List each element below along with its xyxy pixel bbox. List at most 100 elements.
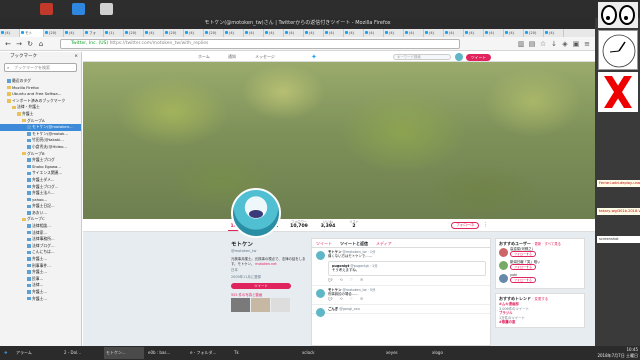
bookmark-item[interactable]: 弁護士ブログ... bbox=[0, 184, 81, 191]
browser-tab[interactable]: (4) bbox=[384, 29, 404, 37]
sidebar-toggle-icon[interactable]: ▤ bbox=[528, 39, 536, 49]
taskbar-item[interactable]: e - フォルダ... bbox=[188, 347, 230, 359]
who-to-follow-refresh[interactable]: · 更新 · すべて見る bbox=[532, 242, 561, 246]
browser-tab[interactable]: (4) bbox=[144, 29, 164, 37]
browser-tab[interactable]: (4) bbox=[64, 29, 84, 37]
bookmark-item[interactable]: こんにちは... bbox=[0, 249, 81, 256]
trend-item[interactable]: ブラジル 1万件のツイート bbox=[499, 311, 581, 320]
bookmark-item[interactable]: モトケン(@motok... bbox=[0, 131, 81, 138]
bookmark-item[interactable]: 民事... bbox=[0, 276, 81, 283]
browser-tab[interactable]: フォ bbox=[84, 29, 104, 37]
tweet-avatar[interactable] bbox=[316, 289, 325, 298]
browser-tab[interactable]: (20) bbox=[44, 29, 64, 37]
browser-tab[interactable]: (1) bbox=[104, 29, 124, 37]
browser-tab[interactable]: (4) bbox=[464, 29, 484, 37]
desktop-window-3[interactable]: screenshot bbox=[597, 236, 640, 243]
xclock-window[interactable] bbox=[598, 30, 638, 70]
bookmark-item[interactable]: 法律ブログ... bbox=[0, 243, 81, 250]
twitter-bird-icon[interactable]: ✦ bbox=[311, 53, 317, 61]
suggested-user[interactable]: 高遠菜(河鍋之) フォローする bbox=[499, 247, 581, 260]
browser-tab[interactable]: (4) bbox=[324, 29, 344, 37]
browser-tab[interactable]: (20) bbox=[524, 29, 544, 37]
media-thumb[interactable] bbox=[251, 298, 270, 313]
compose-tweet-button[interactable]: ツイート bbox=[466, 53, 491, 61]
tab-media[interactable]: メディア bbox=[376, 239, 392, 247]
taskbar-clock[interactable]: 10:45 2018年7月7日 土曜日 bbox=[597, 347, 638, 359]
bookmark-item[interactable]: 法律事務所... bbox=[0, 236, 81, 243]
app-launcher-blue-icon[interactable] bbox=[72, 3, 85, 15]
stat-likes[interactable]: いいね 3,394 bbox=[315, 220, 341, 230]
home-icon[interactable]: ⌂ bbox=[36, 39, 46, 49]
taskbar-item[interactable]: e0b : bas... bbox=[146, 347, 186, 359]
tweet[interactable]: ごんぎ @gongi_xxx bbox=[312, 305, 490, 317]
twitter-search-input[interactable]: キーワード検索 bbox=[393, 54, 451, 60]
tweet-avatar[interactable] bbox=[316, 251, 325, 260]
nav-notifications[interactable]: 通知 bbox=[228, 52, 236, 62]
browser-tab[interactable]: (20) bbox=[164, 29, 184, 37]
start-menu-icon[interactable]: ❖ bbox=[2, 347, 12, 359]
bookmark-item[interactable]: 弁護士ブログ bbox=[0, 157, 81, 164]
bookmark-item[interactable]: 弁護士... bbox=[0, 289, 81, 296]
trend-name[interactable]: #歌鷹の宴 bbox=[499, 320, 581, 325]
bookmark-item[interactable]: モトケン(@motoken... bbox=[0, 124, 81, 131]
bookmark-folder[interactable]: Mozilla Firefox bbox=[0, 85, 81, 92]
browser-tab[interactable]: (4) bbox=[284, 29, 304, 37]
taskbar-item[interactable]: モトケン... bbox=[104, 347, 144, 359]
profile-bio-link[interactable]: motoken.net bbox=[255, 262, 277, 266]
bookmark-folder[interactable]: 弁護士 bbox=[0, 111, 81, 118]
bookmark-item[interactable]: 弁護士... bbox=[0, 256, 81, 263]
account-avatar[interactable] bbox=[455, 53, 463, 61]
app-launcher-red-icon[interactable] bbox=[40, 3, 53, 15]
trends-change[interactable]: · 変更する bbox=[532, 297, 548, 301]
browser-tab[interactable]: (4) bbox=[364, 29, 384, 37]
bookmark-star-icon[interactable]: ☆ bbox=[539, 39, 547, 49]
reload-icon[interactable]: ↻ bbox=[25, 39, 35, 49]
tweet-avatar[interactable] bbox=[316, 308, 325, 317]
tweet[interactable]: モトケン @motoken_tw · 5分 刑事訴訟の場合…… 💬 ⟲ ♡ ✉ bbox=[312, 286, 490, 305]
sidebar-header[interactable]: ブックマーク × bbox=[0, 52, 81, 61]
bookmark-folder[interactable]: グループA bbox=[0, 118, 81, 125]
site-identity[interactable]: Twitter, Inc. (US) bbox=[71, 41, 108, 46]
bookmark-folder[interactable]: グループB bbox=[0, 151, 81, 158]
browser-tab[interactable]: (4) bbox=[184, 29, 204, 37]
user-avatar[interactable] bbox=[499, 274, 508, 283]
bookmark-folder[interactable]: Ubuntu and Free Softwa... bbox=[0, 91, 81, 98]
taskbar-item[interactable]: xlogo bbox=[430, 347, 470, 359]
tweet-to-button[interactable]: ツイート bbox=[231, 283, 291, 290]
library-icon[interactable]: ▥ bbox=[517, 39, 525, 49]
bookmark-item[interactable]: 弁護士ダメ... bbox=[0, 177, 81, 184]
user-avatar[interactable] bbox=[499, 248, 508, 257]
browser-tab[interactable]: (4) bbox=[544, 29, 564, 37]
taskbar-item[interactable]: xeyes bbox=[384, 347, 424, 359]
follow-user-button[interactable]: フォローする bbox=[510, 277, 537, 284]
taskbar-item[interactable]: 2 - Dol... bbox=[62, 347, 102, 359]
more-options-icon[interactable]: ⋮ bbox=[483, 221, 488, 229]
tweet[interactable]: モトケン @motoken_tw · 1分 痛くない方はモトケンで…… pugo… bbox=[312, 248, 490, 286]
taskbar-item[interactable]: アラーム bbox=[14, 347, 60, 359]
browser-tab[interactable]: (4) bbox=[404, 29, 424, 37]
following-button[interactable]: フォロー中 bbox=[451, 222, 479, 229]
bookmark-item[interactable]: サイエンス関連... bbox=[0, 170, 81, 177]
tab-tweets[interactable]: ツイート bbox=[316, 239, 332, 247]
bookmark-item[interactable]: 弁護士... bbox=[0, 269, 81, 276]
url-bar[interactable]: Twitter, Inc. (US) https://twitter.com/m… bbox=[60, 39, 460, 49]
bookmark-item[interactable]: 刑事事件... bbox=[0, 263, 81, 270]
browser-tab[interactable]: (4) bbox=[344, 29, 364, 37]
nav-messages[interactable]: メッセージ bbox=[255, 52, 275, 62]
forward-icon[interactable]: → bbox=[14, 39, 24, 49]
bookmark-folder[interactable]: グループC bbox=[0, 216, 81, 223]
profile-avatar[interactable] bbox=[231, 188, 281, 238]
browser-tab[interactable]: (4) bbox=[264, 29, 284, 37]
browser-tab[interactable]: モト bbox=[20, 29, 44, 37]
download-icon[interactable]: ↓ bbox=[550, 39, 558, 49]
desktop-window-2[interactable]: takory-wgi301b.2018.V bbox=[597, 208, 640, 215]
bookmark-item[interactable]: 小倉秀夫(@Hideo... bbox=[0, 144, 81, 151]
trend-item[interactable]: #歌鷹の宴 bbox=[499, 320, 581, 325]
close-icon[interactable]: × bbox=[74, 52, 78, 61]
browser-tab[interactable]: (20) bbox=[204, 29, 224, 37]
tab-tweets-replies[interactable]: ツイートと返信 bbox=[340, 239, 368, 247]
back-icon[interactable]: ← bbox=[3, 39, 13, 49]
follow-user-button[interactable]: フォローする bbox=[510, 264, 537, 271]
bookmark-folder[interactable]: 法律・弁護士 bbox=[0, 104, 81, 111]
browser-tab[interactable]: (4) bbox=[444, 29, 464, 37]
